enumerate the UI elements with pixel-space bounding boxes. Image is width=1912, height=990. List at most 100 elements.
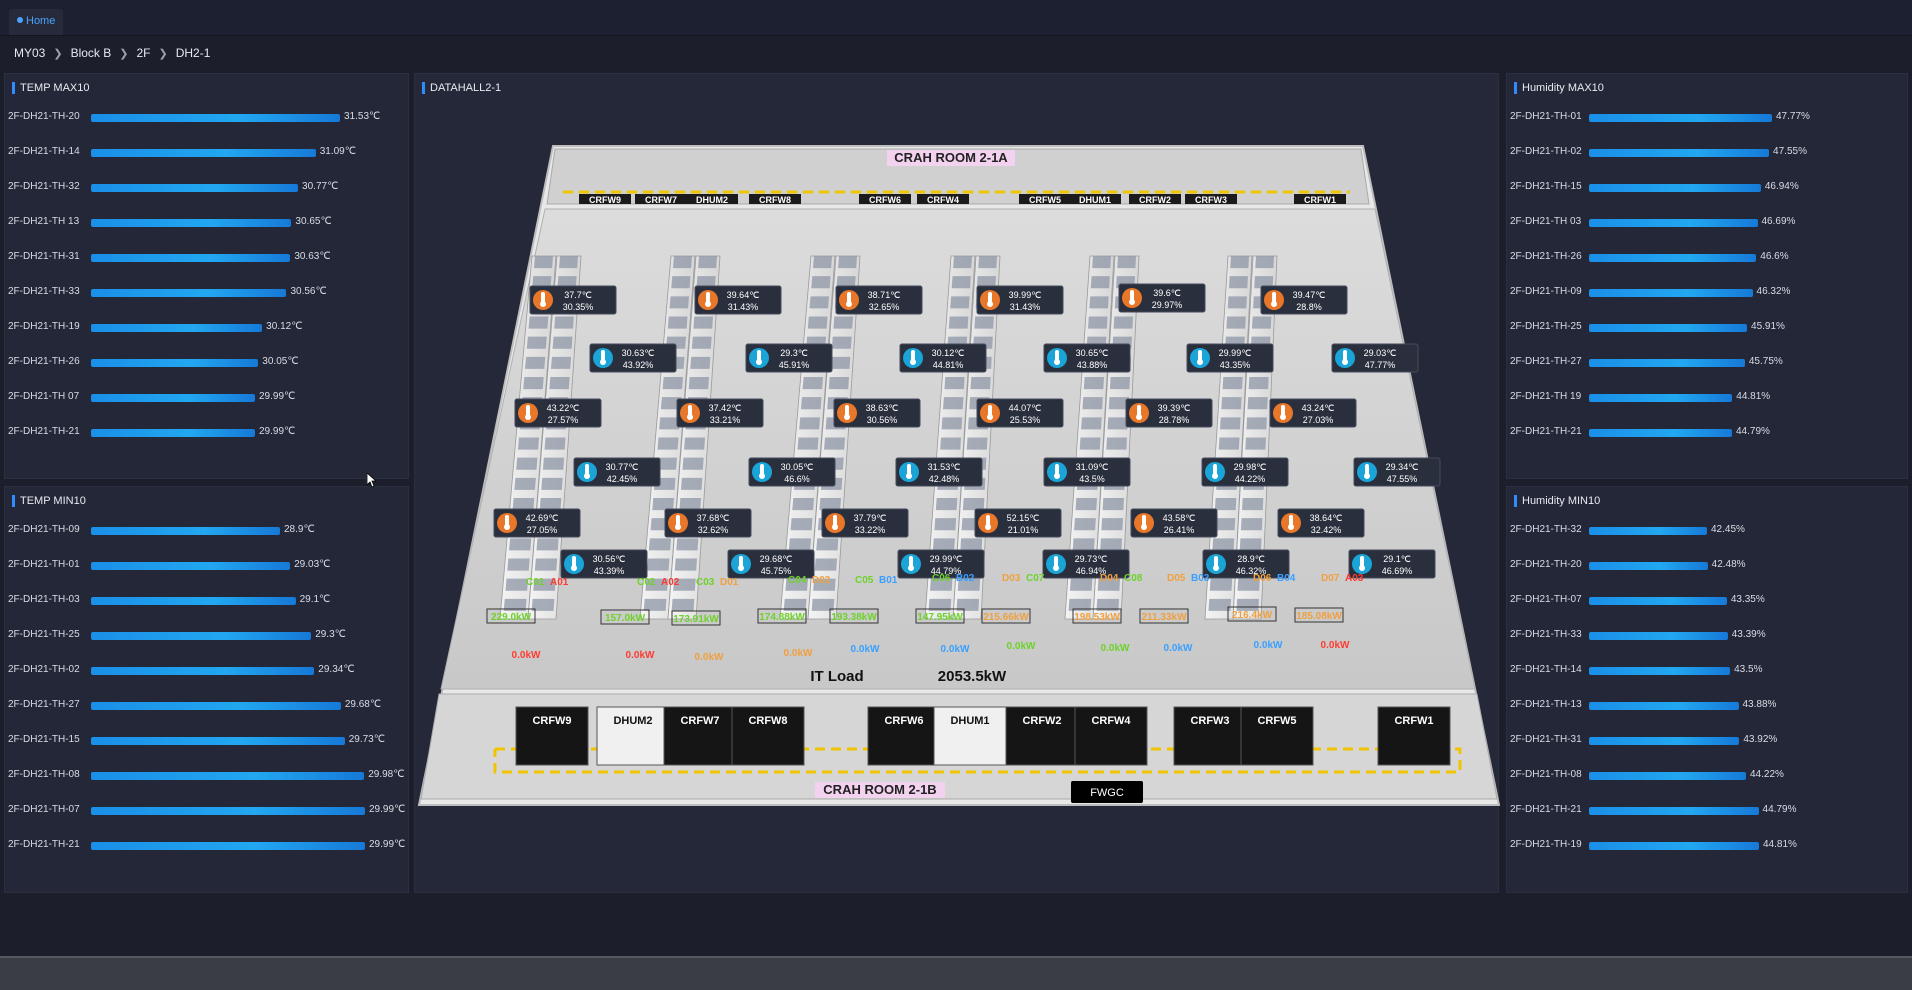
temperature-sensor[interactable]: 39.39℃ 28.78% [1125, 398, 1213, 428]
temperature-sensor[interactable]: 43.22℃ 27.57% [514, 398, 602, 428]
temperature-sensor[interactable]: 38.71℃ 32.65% [835, 285, 923, 315]
bar-row[interactable]: 2F-DH21-TH-01 47.77% [1507, 110, 1909, 124]
bar-row[interactable]: 2F-DH21-TH-31 30.63℃ [5, 250, 410, 264]
crah-unit-top[interactable]: CRFW8 [749, 194, 801, 205]
crah-unit-top[interactable]: CRFW3 [1185, 194, 1237, 205]
temperature-sensor[interactable]: 37.42℃ 33.21% [676, 398, 764, 428]
bar-row[interactable]: 2F-DH21-TH-21 29.99℃ [5, 838, 410, 852]
bar-row[interactable]: 2F-DH21-TH-08 29.98℃ [5, 768, 410, 782]
humidity-sensor[interactable]: 30.77℃ 42.45% [573, 457, 661, 487]
bar-row[interactable]: 2F-DH21-TH-14 31.09℃ [5, 145, 410, 159]
humidity-sensor[interactable]: 30.56℃ 43.39% [560, 549, 648, 579]
humidity-sensor[interactable]: 29.03℃ 47.77% [1331, 343, 1419, 373]
tab-home[interactable]: Home [9, 9, 64, 35]
temperature-sensor[interactable]: 43.58℃ 26.41% [1130, 508, 1218, 538]
bar-row[interactable]: 2F-DH21-TH-26 46.6% [1507, 250, 1909, 264]
bar-row[interactable]: 2F-DH21-TH-21 44.79% [1507, 425, 1909, 439]
bar-row[interactable]: 2F-DH21-TH-27 45.75% [1507, 355, 1909, 369]
bar-row[interactable]: 2F-DH21-TH-26 30.05℃ [5, 355, 410, 369]
bar-row[interactable]: 2F-DH21-TH-02 29.34℃ [5, 663, 410, 677]
bar-row[interactable]: 2F-DH21-TH-07 43.35% [1507, 593, 1909, 607]
temperature-sensor[interactable]: 37.68℃ 32.62% [664, 508, 752, 538]
dehumidifier-unit[interactable]: DHUM1 [933, 706, 1007, 766]
dehumidifier-unit[interactable]: DHUM2 [596, 706, 670, 766]
humidity-sensor[interactable]: 29.68℃ 45.75% [727, 549, 815, 579]
bar-row[interactable]: 2F-DH21-TH-20 42.48% [1507, 558, 1909, 572]
crah-unit-bottom[interactable]: CRFW1 [1377, 706, 1451, 766]
humidity-sensor[interactable]: 30.05℃ 46.6% [748, 457, 836, 487]
temperature-sensor[interactable]: 37.79℃ 33.22% [821, 508, 909, 538]
crah-unit-bottom[interactable]: CRFW6 [867, 706, 941, 766]
bar-row[interactable]: 2F-DH21-TH-09 46.32% [1507, 285, 1909, 299]
humidity-sensor[interactable]: 29.34℃ 47.55% [1353, 457, 1441, 487]
crah-unit-top[interactable]: CRFW7 [635, 194, 687, 205]
temperature-sensor[interactable]: 39.64℃ 31.43% [694, 285, 782, 315]
bar-row[interactable]: 2F-DH21-TH 03 46.69% [1507, 215, 1909, 229]
bar-row[interactable]: 2F-DH21-TH-21 29.99℃ [5, 425, 410, 439]
bar-row[interactable]: 2F-DH21-TH-20 31.53℃ [5, 110, 410, 124]
bar-row[interactable]: 2F-DH21-TH-21 44.79% [1507, 803, 1909, 817]
bar-row[interactable]: 2F-DH21-TH-02 47.55% [1507, 145, 1909, 159]
humidity-sensor[interactable]: 29.98℃ 44.22% [1201, 457, 1289, 487]
crah-unit-bottom[interactable]: CRFW3 [1173, 706, 1247, 766]
crah-unit-bottom[interactable]: CRFW5 [1240, 706, 1314, 766]
bar-row[interactable]: 2F-DH21-TH 19 44.81% [1507, 390, 1909, 404]
breadcrumb-item-hall[interactable]: DH2-1 [176, 46, 211, 60]
crah-unit-top[interactable]: CRFW5 [1019, 194, 1071, 205]
bar-row[interactable]: 2F-DH21-TH-15 46.94% [1507, 180, 1909, 194]
humidity-sensor[interactable]: 30.12℃ 44.81% [899, 343, 987, 373]
bar-row[interactable]: 2F-DH21-TH-14 43.5% [1507, 663, 1909, 677]
bar-row[interactable]: 2F-DH21-TH-19 30.12℃ [5, 320, 410, 334]
crah-unit-bottom[interactable]: CRFW7 [663, 706, 737, 766]
crah-unit-top[interactable]: CRFW1 [1294, 194, 1346, 205]
temperature-sensor[interactable]: 39.47℃ 28.8% [1260, 285, 1348, 315]
crah-unit-top[interactable]: DHUM2 [686, 194, 738, 205]
crah-unit-bottom[interactable]: CRFW4 [1074, 706, 1148, 766]
crah-unit-top[interactable]: CRFW4 [917, 194, 969, 205]
temperature-sensor[interactable]: 44.07℃ 25.53% [976, 398, 1064, 428]
temperature-sensor[interactable]: 52.15℃ 21.01% [974, 508, 1062, 538]
crah-unit-bottom[interactable]: CRFW9 [515, 706, 589, 766]
temperature-sensor[interactable]: 38.64℃ 32.42% [1277, 508, 1365, 538]
crah-unit-top[interactable]: CRFW2 [1129, 194, 1181, 205]
humidity-sensor[interactable]: 31.53℃ 42.48% [895, 457, 983, 487]
bar-row[interactable]: 2F-DH21-TH-19 44.81% [1507, 838, 1909, 852]
crah-unit-top[interactable]: CRFW9 [579, 194, 631, 205]
bar-row[interactable]: 2F-DH21-TH-27 29.68℃ [5, 698, 410, 712]
bar-row[interactable]: 2F-DH21-TH-25 45.91% [1507, 320, 1909, 334]
humidity-sensor[interactable]: 30.63℃ 43.92% [589, 343, 677, 373]
bar-row[interactable]: 2F-DH21-TH-09 28.9℃ [5, 523, 410, 537]
temperature-sensor[interactable]: 39.99℃ 31.43% [976, 285, 1064, 315]
bar-row[interactable]: 2F-DH21-TH-33 43.39% [1507, 628, 1909, 642]
humidity-sensor[interactable]: 29.99℃ 43.35% [1186, 343, 1274, 373]
crah-unit-bottom[interactable]: CRFW8 [731, 706, 805, 766]
value-bar [1589, 324, 1748, 332]
breadcrumb-item-site[interactable]: MY03 [14, 46, 45, 60]
temperature-sensor[interactable]: 42.69℃ 27.05% [493, 508, 581, 538]
temperature-sensor[interactable]: 39.6℃ 29.97% [1118, 283, 1206, 313]
temperature-sensor[interactable]: 37.7℃ 30.35% [529, 285, 617, 315]
crah-unit-bottom[interactable]: CRFW2 [1005, 706, 1079, 766]
bar-row[interactable]: 2F-DH21-TH-08 44.22% [1507, 768, 1909, 782]
bar-row[interactable]: 2F-DH21-TH-07 29.99℃ [5, 803, 410, 817]
humidity-sensor[interactable]: 30.65℃ 43.88% [1043, 343, 1131, 373]
temperature-sensor[interactable]: 38.63℃ 30.56% [833, 398, 921, 428]
bar-row[interactable]: 2F-DH21-TH-32 42.45% [1507, 523, 1909, 537]
crah-unit-top[interactable]: DHUM1 [1069, 194, 1121, 205]
bar-row[interactable]: 2F-DH21-TH 07 29.99℃ [5, 390, 410, 404]
humidity-sensor[interactable]: 29.3℃ 45.91% [745, 343, 833, 373]
breadcrumb-item-block[interactable]: Block B [71, 46, 112, 60]
bar-row[interactable]: 2F-DH21-TH-25 29.3℃ [5, 628, 410, 642]
crah-unit-top[interactable]: CRFW6 [859, 194, 911, 205]
bar-row[interactable]: 2F-DH21-TH-33 30.56℃ [5, 285, 410, 299]
bar-row[interactable]: 2F-DH21-TH-15 29.73℃ [5, 733, 410, 747]
temperature-sensor[interactable]: 43.24℃ 27.03% [1269, 398, 1357, 428]
bar-row[interactable]: 2F-DH21-TH 13 30.65℃ [5, 215, 410, 229]
bar-row[interactable]: 2F-DH21-TH-03 29.1℃ [5, 593, 410, 607]
bar-row[interactable]: 2F-DH21-TH-31 43.92% [1507, 733, 1909, 747]
bar-row[interactable]: 2F-DH21-TH-01 29.03℃ [5, 558, 410, 572]
humidity-sensor[interactable]: 31.09℃ 43.5% [1043, 457, 1131, 487]
bar-row[interactable]: 2F-DH21-TH-32 30.77℃ [5, 180, 410, 194]
bar-row[interactable]: 2F-DH21-TH-13 43.88% [1507, 698, 1909, 712]
breadcrumb-item-floor[interactable]: 2F [136, 46, 150, 60]
